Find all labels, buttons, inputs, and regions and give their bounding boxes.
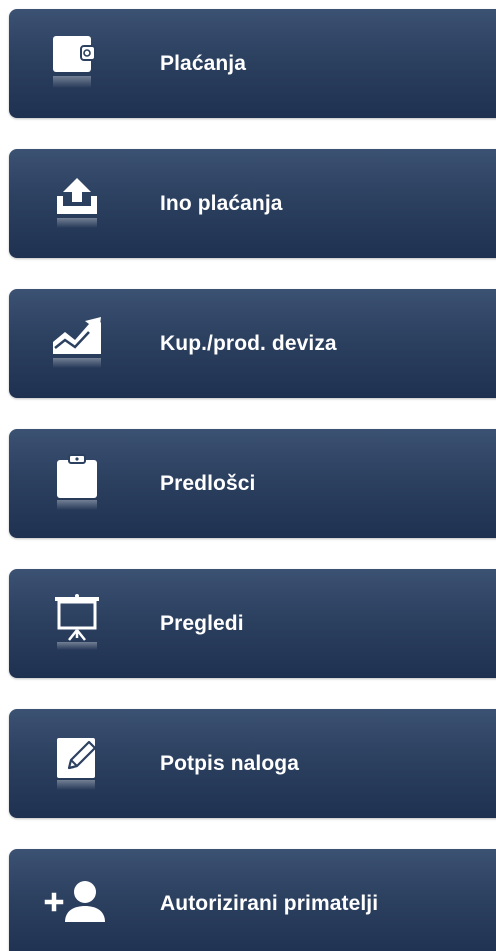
menu-item-pregledi[interactable]: Pregledi bbox=[9, 569, 496, 678]
menu-item-kup-prod-deviza[interactable]: Kup./prod. deviza bbox=[9, 289, 496, 398]
menu-item-label: Ino plaćanja bbox=[160, 191, 283, 215]
main-menu: Plaćanja Ino plaćanja Kup./prod. deviza … bbox=[0, 0, 496, 951]
sign-document-icon bbox=[43, 730, 111, 798]
menu-item-predlosci[interactable]: Predlošci bbox=[9, 429, 496, 538]
menu-item-label: Autorizirani primatelji bbox=[160, 891, 379, 915]
wallet-icon bbox=[43, 30, 111, 98]
menu-item-ino-placanja[interactable]: Ino plaćanja bbox=[9, 149, 496, 258]
menu-item-placanja[interactable]: Plaćanja bbox=[9, 9, 496, 118]
menu-item-label: Pregledi bbox=[160, 611, 244, 635]
menu-item-label: Potpis naloga bbox=[160, 751, 299, 775]
menu-item-label: Kup./prod. deviza bbox=[160, 331, 337, 355]
add-user-icon bbox=[43, 870, 111, 938]
menu-item-label: Plaćanja bbox=[160, 51, 247, 75]
upload-tray-icon bbox=[43, 170, 111, 238]
trend-chart-icon bbox=[43, 310, 111, 378]
menu-item-autorizirani-primatelji[interactable]: Autorizirani primatelji bbox=[9, 849, 496, 951]
clipboard-icon bbox=[43, 450, 111, 518]
menu-item-label: Predlošci bbox=[160, 471, 256, 495]
presentation-board-icon bbox=[43, 590, 111, 658]
menu-item-potpis-naloga[interactable]: Potpis naloga bbox=[9, 709, 496, 818]
